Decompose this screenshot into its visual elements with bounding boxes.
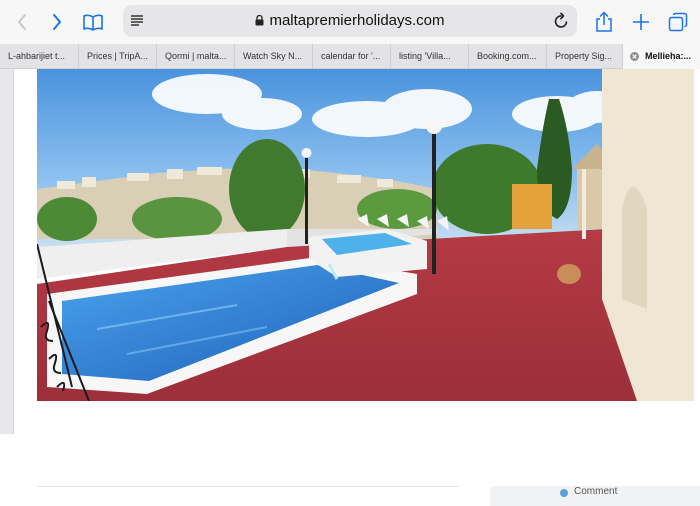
tab-label: L-ahbarijiet t... — [8, 51, 66, 61]
chevron-right-icon — [53, 14, 61, 30]
tab-bar: L-ahbarijiet t... Prices | TripA... Qorm… — [0, 44, 700, 69]
reload-icon[interactable] — [554, 12, 569, 29]
tab-item-active[interactable]: Mellieha:... — [622, 44, 700, 69]
comment-button[interactable]: Comment — [490, 486, 700, 506]
tabs-icon — [668, 12, 688, 32]
address-bar[interactable]: maltapremierholidays.com — [123, 5, 577, 37]
tab-label: calendar for '... — [321, 51, 381, 61]
tab-label: listing 'Villa... — [399, 51, 451, 61]
tab-item[interactable]: Prices | TripA... — [78, 44, 156, 69]
comment-label: Comment — [574, 486, 618, 497]
tabs-overview-button[interactable] — [664, 8, 692, 36]
tab-label: Booking.com... — [477, 51, 537, 61]
tab-item[interactable]: Qormi | malta... — [156, 44, 234, 69]
book-icon — [83, 14, 103, 31]
forward-button[interactable] — [43, 8, 71, 36]
tab-label: Qormi | malta... — [165, 51, 227, 61]
lock-icon — [255, 15, 264, 26]
bookmarks-button[interactable] — [79, 8, 107, 36]
tab-item[interactable]: calendar for '... — [312, 44, 390, 69]
share-button[interactable] — [590, 8, 618, 36]
page-content: Comment — [0, 69, 700, 506]
plus-icon — [633, 14, 649, 30]
back-button[interactable] — [8, 8, 36, 36]
pool-photo[interactable] — [37, 69, 694, 401]
close-icon[interactable] — [630, 52, 639, 61]
side-panel-edge — [0, 69, 14, 434]
browser-toolbar: maltapremierholidays.com — [0, 0, 700, 44]
tab-item[interactable]: Booking.com... — [468, 44, 546, 69]
tab-label: Mellieha:... — [645, 51, 692, 61]
url-text: maltapremierholidays.com — [269, 12, 445, 29]
comment-icon — [560, 489, 568, 497]
tab-item[interactable]: Property Sig... — [546, 44, 622, 69]
content-divider — [37, 486, 459, 487]
tab-item[interactable]: L-ahbarijiet t... — [0, 44, 78, 69]
tab-label: Prices | TripA... — [87, 51, 148, 61]
new-tab-button[interactable] — [627, 8, 655, 36]
pool-terrace-image — [37, 69, 694, 401]
tab-label: Property Sig... — [555, 51, 613, 61]
tab-label: Watch Sky N... — [243, 51, 303, 61]
share-icon — [596, 11, 612, 32]
tab-item[interactable]: listing 'Villa... — [390, 44, 468, 69]
chevron-left-icon — [18, 14, 26, 30]
url-display: maltapremierholidays.com — [123, 12, 577, 29]
tab-item[interactable]: Watch Sky N... — [234, 44, 312, 69]
